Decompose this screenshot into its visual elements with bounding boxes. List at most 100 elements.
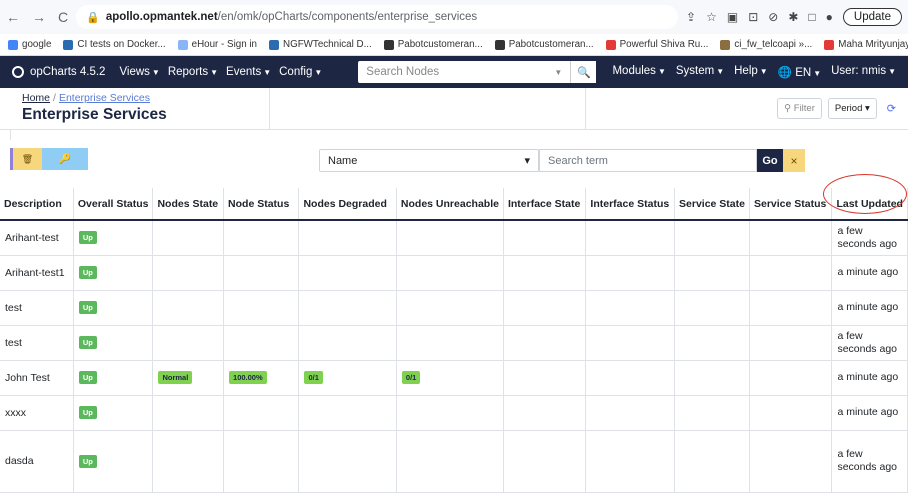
puzzle-icon[interactable]: ✱ (788, 10, 798, 24)
update-button[interactable]: Update (842, 8, 902, 26)
search-term-input[interactable]: Search term (539, 149, 757, 172)
table-row[interactable]: Arihant-test1 Up a minute ago (0, 255, 908, 291)
cell-description: Arihant-test (0, 220, 74, 256)
title-block: Home / Enterprise Services Enterprise Serv… (0, 88, 270, 129)
service-description[interactable]: Arihant-test (5, 232, 59, 244)
column-header[interactable]: Nodes Degraded (298, 188, 397, 221)
menu-modules[interactable]: Modules ▼ (612, 65, 665, 79)
table-row[interactable]: dasda Up a few seconds ago (0, 430, 908, 493)
status-badge: Normal (158, 371, 193, 384)
filter-button[interactable]: ⚲ Filter (777, 98, 822, 119)
cell-node-status (223, 290, 300, 326)
bookmark-favicon-icon (824, 39, 835, 50)
search-field-select[interactable]: Name ▾ (319, 149, 539, 172)
last-updated: a few seconds ago (837, 448, 897, 473)
service-description[interactable]: John Test (5, 372, 50, 384)
status-badge: Up (78, 406, 97, 419)
column-header[interactable]: Description (0, 188, 74, 221)
table-row[interactable]: xxxx Up a minute ago (0, 395, 908, 431)
search-icon[interactable]: 🔍 (570, 61, 597, 83)
menu-events[interactable]: Events ▼ (226, 66, 271, 78)
table-row[interactable]: John Test Up Normal 100.00% 0/1 0/1 a minute a… (0, 360, 908, 396)
status-badge: Up (78, 266, 97, 279)
service-description[interactable]: test (5, 337, 22, 349)
cell-nodes-unreachable (396, 430, 504, 493)
column-header[interactable]: Overall Status (73, 188, 154, 221)
extension-icon[interactable]: ⊡ (748, 10, 758, 24)
cell-interface-status (585, 325, 676, 361)
cell-overall-status: Up (73, 430, 154, 493)
forward-icon[interactable]: → (32, 9, 46, 25)
bookmark-star-icon[interactable]: ☆ (706, 10, 717, 24)
address-bar[interactable]: 🔒 apollo.opmantek.net/en/omk/opCharts/co… (76, 5, 679, 29)
clear-button[interactable]: × (783, 149, 805, 172)
period-dropdown[interactable]: Period ▾ (827, 98, 877, 119)
service-description[interactable]: dasda (5, 455, 34, 467)
cell-service-status (749, 290, 833, 326)
menu-system[interactable]: System ▼ (676, 65, 724, 79)
service-description[interactable]: test (5, 302, 22, 314)
go-button[interactable]: Go (757, 149, 783, 172)
column-header[interactable]: Nodes Unreachable (396, 188, 504, 221)
search-icon: ⚲ (784, 103, 792, 114)
chevron-down-icon: ▼ (210, 68, 219, 77)
bookmark-item[interactable]: Maha Mrityunjaya... (824, 39, 908, 50)
column-header[interactable]: Service Status (749, 188, 833, 221)
menu-reports[interactable]: Reports ▼ (168, 66, 218, 78)
main-menu: Views ▼ Reports ▼ Events ▼ Config ▼ (119, 66, 322, 78)
bookmark-item[interactable]: Powerful Shiva Ru... (605, 39, 708, 50)
breadcrumb-home[interactable]: Home (22, 92, 50, 104)
service-description[interactable]: Arihant-test1 (5, 267, 65, 279)
back-icon[interactable]: ← (6, 9, 20, 25)
cell-description: test (0, 325, 74, 361)
cell-service-state (674, 290, 750, 326)
cell-nodes-state (152, 395, 225, 431)
brand[interactable]: opCharts 4.5.2 (12, 66, 105, 78)
bookmark-item[interactable]: NGFWTechnical D... (269, 39, 372, 50)
delete-button[interactable]: 🗑 (10, 148, 42, 170)
table-row[interactable]: test Up a minute ago (0, 290, 908, 326)
column-header[interactable]: Node Status (223, 188, 300, 221)
menu-config[interactable]: Config ▼ (279, 66, 322, 78)
key-button[interactable]: 🔑 (42, 148, 88, 170)
table-row[interactable]: Arihant-test Up a few seconds ago (0, 220, 908, 256)
column-header[interactable]: Service State (674, 188, 750, 221)
cell-overall-status: Up (73, 220, 154, 256)
column-header[interactable]: Last Updated (831, 188, 908, 221)
bookmark-item[interactable]: CI tests on Docker... (63, 39, 166, 50)
profile-avatar-icon[interactable]: ● (826, 10, 833, 24)
extension-icon[interactable]: ▣ (727, 10, 738, 24)
share-icon[interactable]: ⇪ (686, 10, 696, 24)
url-host: apollo.opmantek.net (105, 11, 218, 23)
block-icon[interactable]: ⊘ (768, 10, 778, 24)
column-header[interactable]: Interface State (503, 188, 587, 221)
menu-help[interactable]: Help ▼ (734, 65, 768, 79)
search-nodes-input[interactable]: Search Nodes ▼ (358, 61, 571, 83)
bookmark-item[interactable]: eHour - Sign in (177, 39, 257, 50)
bookmark-item[interactable]: Pabotcustomeran... (383, 39, 483, 50)
column-header[interactable]: Nodes State (152, 188, 225, 221)
bookmark-item[interactable]: google (8, 39, 51, 50)
cell-nodes-state (152, 255, 225, 291)
menu-views[interactable]: Views ▼ (119, 66, 159, 78)
bookmark-item[interactable]: ci_fw_telcoapi »... (720, 39, 812, 50)
menu-en[interactable]: 🌐 EN ▼ (778, 65, 821, 79)
refresh-icon[interactable]: ⟳ (883, 100, 900, 117)
chevron-down-icon: ▼ (888, 67, 896, 76)
sidebar-icon[interactable]: □ (808, 10, 815, 24)
cell-nodes-degraded (298, 325, 397, 361)
cell-nodes-unreachable (396, 290, 504, 326)
last-updated: a few seconds ago (837, 329, 897, 355)
breadcrumb-enterprise-services[interactable]: Enterprise Services (59, 92, 150, 104)
service-description[interactable]: xxxx (5, 407, 26, 419)
menu-user-nmis[interactable]: User: nmis ▼ (831, 65, 896, 79)
chevron-down-icon: ▼ (554, 67, 563, 77)
reload-icon[interactable]: C (58, 9, 68, 25)
table-row[interactable]: test Up a few seconds ago (0, 325, 908, 361)
column-header[interactable]: Interface Status (585, 188, 676, 221)
cell-nodes-unreachable (396, 325, 504, 361)
cell-overall-status: Up (73, 255, 154, 291)
bookmark-item[interactable]: Pabotcustomeran... (494, 39, 594, 50)
status-badge: Up (78, 231, 97, 245)
cell-interface-state (503, 325, 587, 361)
